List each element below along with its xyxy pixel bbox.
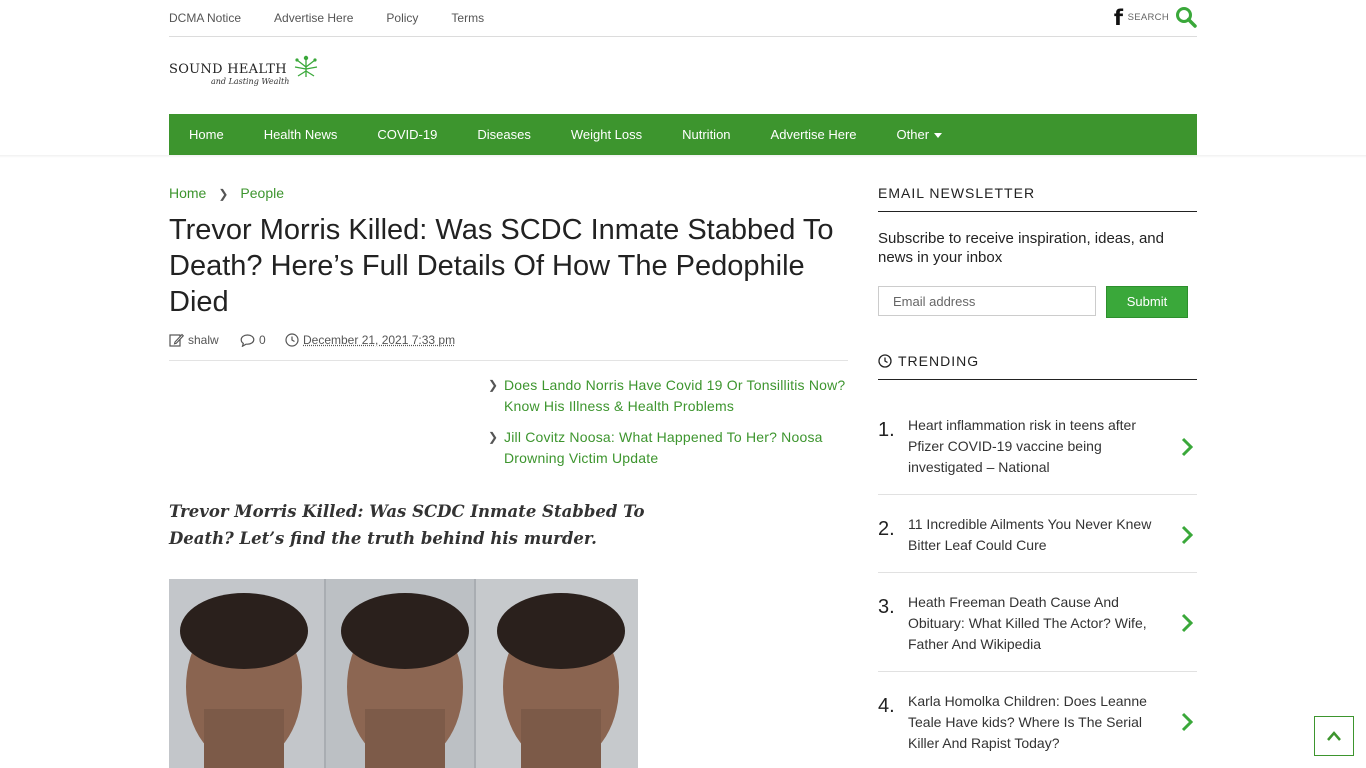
email-field[interactable]: Email address (878, 286, 1096, 316)
chevron-right-icon: ❯ (488, 430, 499, 444)
nav-health-news[interactable]: Health News (244, 127, 358, 142)
mugshot-image (169, 579, 638, 768)
article-image (169, 579, 638, 768)
trending-item[interactable]: 1. Heart inflammation risk in teens afte… (878, 414, 1197, 495)
article-lead: Trevor Morris Killed: Was SCDC Inmate St… (169, 502, 645, 548)
search-icon[interactable] (1175, 6, 1197, 28)
clock-icon (878, 354, 892, 368)
breadcrumb-home[interactable]: Home (169, 185, 206, 201)
top-link-advertise[interactable]: Advertise Here (274, 11, 353, 25)
related-item-text: Does Lando Norris Have Covid 19 Or Tonsi… (504, 377, 846, 414)
top-links: DCMA Notice Advertise Here Policy Terms (169, 11, 517, 25)
nav-weight-loss[interactable]: Weight Loss (551, 127, 662, 142)
edit-icon (169, 333, 184, 347)
comments-meta[interactable]: 0 (240, 333, 266, 347)
related-item[interactable]: ❯ Does Lando Norris Have Covid 19 Or Ton… (488, 375, 848, 417)
search-label[interactable]: SEARCH (1128, 12, 1169, 23)
comment-icon (240, 333, 255, 347)
trending-text: Karla Homolka Children: Does Leanne Teal… (908, 693, 1147, 751)
trending-widget: TRENDING (878, 353, 1197, 380)
publish-date: December 21, 2021 7:33 pm (303, 333, 456, 347)
nav-other[interactable]: Other (877, 127, 963, 142)
trending-number: 3. (878, 596, 895, 618)
submit-button[interactable]: Submit (1106, 286, 1188, 318)
breadcrumb-people[interactable]: People (240, 185, 284, 201)
nav-diseases[interactable]: Diseases (457, 127, 550, 142)
author-meta[interactable]: shalw (169, 333, 219, 347)
chevron-right-icon: ❯ (488, 378, 499, 392)
main-nav: Home Health News COVID-19 Diseases Weigh… (169, 114, 1197, 155)
trending-heading: TRENDING (898, 353, 980, 369)
trending-item[interactable]: 4. Karla Homolka Children: Does Leanne T… (878, 671, 1197, 768)
back-to-top-button[interactable] (1314, 716, 1354, 756)
chevron-up-icon (1327, 731, 1341, 741)
nav-other-label: Other (896, 127, 930, 142)
nav-advertise[interactable]: Advertise Here (751, 127, 877, 142)
chevron-right-icon: ❯ (218, 187, 229, 201)
clock-icon (285, 333, 299, 347)
logo-title: SOUND HEALTH (169, 62, 287, 77)
facebook-icon[interactable]: f (1114, 6, 1123, 30)
chevron-right-icon (1181, 437, 1193, 457)
trending-text: Heath Freeman Death Cause And Obituary: … (908, 594, 1147, 652)
logo-sprout-icon (294, 55, 318, 77)
site-logo[interactable]: SOUND HEALTH and Lasting Wealth (169, 55, 321, 89)
newsletter-widget: EMAIL NEWSLETTER (878, 185, 1197, 212)
nav-home[interactable]: Home (169, 127, 244, 142)
trending-heading-row: TRENDING (878, 353, 1197, 380)
trending-number: 4. (878, 695, 895, 717)
chevron-right-icon (1181, 712, 1193, 732)
related-item[interactable]: ❯ Jill Covitz Noosa: What Happened To Her… (488, 427, 848, 469)
related-posts: ❯ Does Lando Norris Have Covid 19 Or Ton… (488, 375, 848, 479)
top-bar: DCMA Notice Advertise Here Policy Terms … (169, 0, 1197, 37)
logo-tagline: and Lasting Wealth (211, 77, 290, 86)
chevron-right-icon (1181, 613, 1193, 633)
header-shadow (0, 155, 1366, 158)
top-link-dcma[interactable]: DCMA Notice (169, 11, 241, 25)
newsletter-text: Subscribe to receive inspiration, ideas,… (878, 230, 1164, 266)
date-meta[interactable]: December 21, 2021 7:33 pm (285, 333, 455, 347)
top-link-terms[interactable]: Terms (451, 11, 484, 25)
top-link-policy[interactable]: Policy (386, 11, 418, 25)
article-meta: shalw 0 December 21, 2021 7:33 pm (169, 332, 848, 361)
nav-covid[interactable]: COVID-19 (357, 127, 457, 142)
related-item-text: Jill Covitz Noosa: What Happened To Her?… (504, 429, 823, 466)
comment-count: 0 (259, 333, 266, 347)
trending-item[interactable]: 2. 11 Incredible Ailments You Never Knew… (878, 494, 1197, 573)
trending-item[interactable]: 3. Heath Freeman Death Cause And Obituar… (878, 572, 1197, 672)
chevron-right-icon (1181, 525, 1193, 545)
caret-down-icon (934, 133, 943, 139)
author-name: shalw (188, 333, 219, 347)
article-title: Trevor Morris Killed: Was SCDC Inmate St… (169, 214, 834, 318)
trending-text: 11 Incredible Ailments You Never Knew Bi… (908, 516, 1152, 553)
trending-number: 2. (878, 518, 895, 540)
breadcrumb: Home ❯ People (169, 185, 284, 201)
trending-text: Heart inflammation risk in teens after P… (908, 417, 1136, 475)
newsletter-heading: EMAIL NEWSLETTER (878, 185, 1197, 212)
trending-number: 1. (878, 419, 895, 441)
nav-nutrition[interactable]: Nutrition (662, 127, 750, 142)
